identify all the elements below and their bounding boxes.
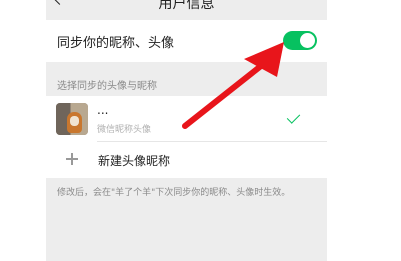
navigation-bar: 用户信息 xyxy=(46,0,327,20)
avatar xyxy=(56,103,88,135)
profile-source: 微信昵称头像 xyxy=(97,125,152,135)
profile-nickname: ... xyxy=(97,103,109,117)
checkmark-icon xyxy=(286,110,301,124)
page-title: 用户信息 xyxy=(158,0,215,12)
profile-list: ... 微信昵称头像 新建头像昵称 xyxy=(46,96,327,178)
user-info-page: 用户信息 同步你的昵称、头像 选择同步的头像与昵称 ... 微信昵称头像 新建头… xyxy=(46,0,327,261)
divider xyxy=(97,141,327,142)
sync-setting-row: 同步你的昵称、头像 xyxy=(46,20,327,62)
toggle-knob xyxy=(300,33,315,48)
plus-icon xyxy=(66,153,78,165)
section-header: 选择同步的头像与昵称 xyxy=(57,81,157,92)
footer-note: 修改后，会在"羊了个羊"下次同步你的昵称、头像时生效。 xyxy=(57,188,291,198)
sync-setting-label: 同步你的昵称、头像 xyxy=(57,36,175,51)
avatar-pet-face xyxy=(70,116,79,126)
new-profile-label: 新建头像昵称 xyxy=(98,154,171,168)
sync-toggle[interactable] xyxy=(283,31,317,50)
